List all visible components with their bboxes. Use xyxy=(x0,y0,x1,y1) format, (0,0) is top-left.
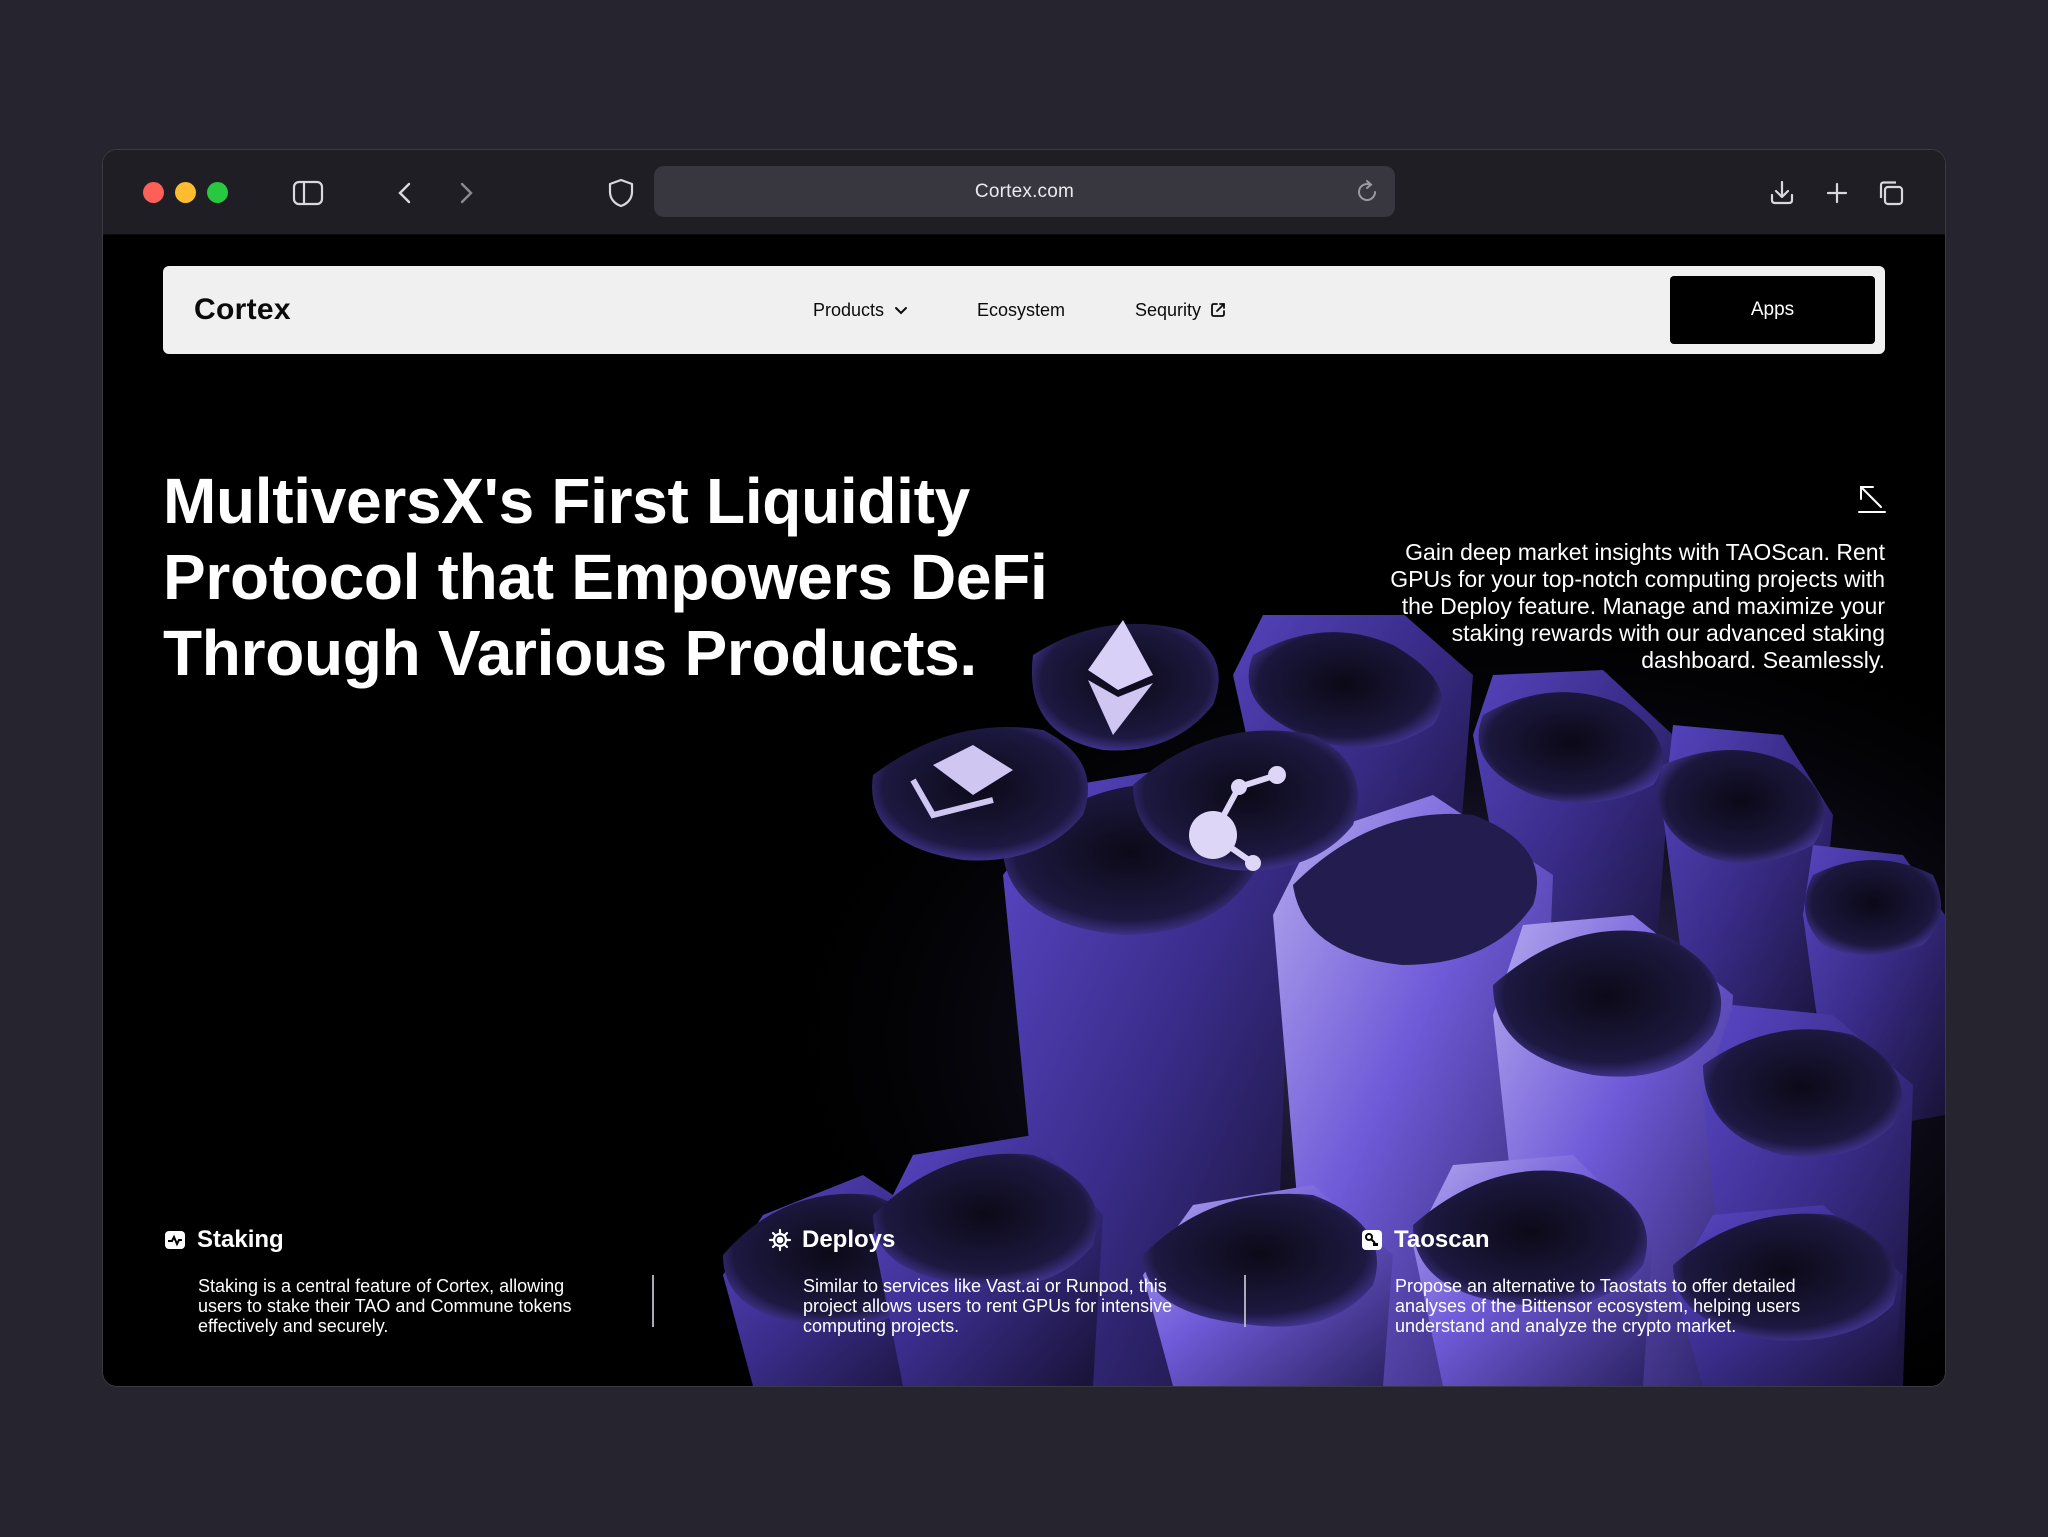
hero-title-line: Through Various Products. xyxy=(163,617,977,689)
feature-title: Taoscan xyxy=(1394,1226,1490,1253)
tabs-icon[interactable] xyxy=(1872,174,1910,212)
hero-title: MultiversX's First Liquidity Protocol th… xyxy=(163,463,1063,691)
feature-deploys: Deploys Similar to services like Vast.ai… xyxy=(768,1226,1183,1336)
arrow-up-left-icon[interactable] xyxy=(1855,481,1889,515)
forward-icon[interactable] xyxy=(447,174,485,212)
feature-description: Staking is a central feature of Cortex, … xyxy=(198,1276,572,1336)
nav-ecosystem-label: Ecosystem xyxy=(977,300,1066,320)
site-navbar: Cortex Products Ecosystem Sequrity Apps xyxy=(163,266,1885,354)
window-controls xyxy=(143,182,228,203)
minimize-window-button[interactable] xyxy=(175,182,196,203)
feature-title: Staking xyxy=(197,1226,284,1253)
nav-ecosystem[interactable]: Ecosystem xyxy=(977,266,1065,354)
browser-window: Cortex.com Cortex Products Ecosystem Seq… xyxy=(103,150,1945,1386)
feature-description: Propose an alternative to Taostats to of… xyxy=(1395,1276,1801,1336)
feature-taoscan: Taoscan Propose an alternative to Taosta… xyxy=(1360,1226,1805,1336)
nav-products[interactable]: Products xyxy=(813,266,910,354)
hero-description: Gain deep market insights with TAOScan. … xyxy=(1390,539,1885,673)
back-icon[interactable] xyxy=(386,174,424,212)
feature-title: Deploys xyxy=(802,1226,896,1253)
nav-products-label: Products xyxy=(813,300,885,320)
download-icon[interactable] xyxy=(1763,174,1801,212)
url-text: Cortex.com xyxy=(974,181,1075,202)
feature-staking: Staking Staking is a central feature of … xyxy=(163,1226,578,1336)
nav-sequrity[interactable]: Sequrity xyxy=(1135,266,1227,354)
chevron-down-icon xyxy=(895,307,908,315)
nav-sequrity-label: Sequrity xyxy=(1135,300,1202,320)
feature-divider xyxy=(1244,1275,1246,1327)
gear-icon xyxy=(768,1228,792,1252)
close-window-button[interactable] xyxy=(143,182,164,203)
browser-toolbar: Cortex.com xyxy=(103,150,1945,235)
external-link-icon xyxy=(1211,303,1225,317)
maximize-window-button[interactable] xyxy=(207,182,228,203)
apps-button[interactable]: Apps xyxy=(1670,276,1875,344)
feature-description: Similar to services like Vast.ai or Runp… xyxy=(803,1276,1173,1336)
reload-icon[interactable] xyxy=(1353,178,1381,206)
address-bar[interactable]: Cortex.com xyxy=(654,166,1395,217)
hero-title-line: MultiversX's First Liquidity xyxy=(163,465,970,537)
new-tab-icon[interactable] xyxy=(1818,174,1856,212)
sidebar-icon[interactable] xyxy=(289,174,327,212)
page-content: Cortex Products Ecosystem Sequrity Apps … xyxy=(103,235,1945,1386)
feature-divider xyxy=(652,1275,654,1327)
staking-icon xyxy=(163,1228,187,1252)
taoscan-icon xyxy=(1360,1228,1384,1252)
shield-icon[interactable] xyxy=(602,174,640,212)
site-logo[interactable]: Cortex xyxy=(194,266,291,354)
hero-title-line: Protocol that Empowers DeFi xyxy=(163,541,1048,613)
